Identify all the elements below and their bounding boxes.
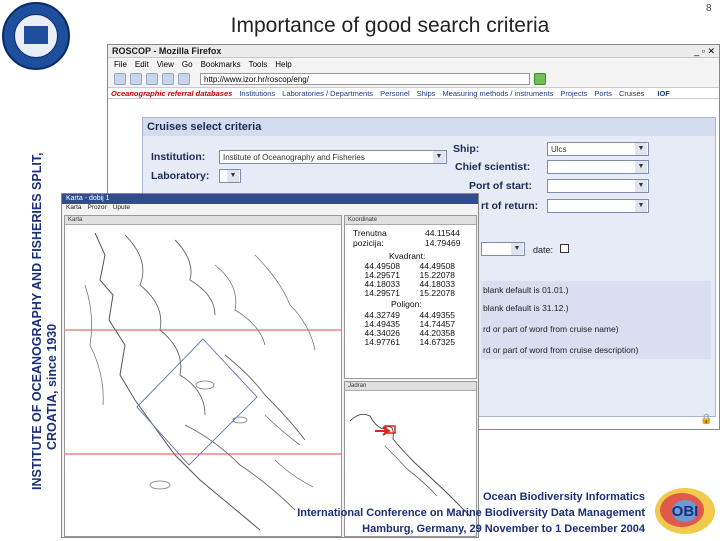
polygon-label: Poligon: bbox=[391, 299, 422, 309]
iof-link[interactable]: IOF bbox=[657, 89, 670, 98]
link-referral-databases[interactable]: Oceanographic referral databases bbox=[111, 89, 232, 98]
current-lat: 44.11544 bbox=[425, 228, 460, 238]
menu-help[interactable]: Help bbox=[275, 60, 291, 69]
quadrant-value: 15.22078 bbox=[419, 288, 455, 298]
go-button[interactable] bbox=[534, 72, 546, 85]
note-end-date: blank default is 31.12.) bbox=[483, 303, 569, 313]
note-cruise-description: rd or part of word from cruise descripti… bbox=[483, 345, 639, 355]
menu-view[interactable]: View bbox=[157, 60, 174, 69]
menu-bookmarks[interactable]: Bookmarks bbox=[201, 60, 241, 69]
obis-logo-text: OBI bbox=[672, 503, 699, 520]
menu-edit[interactable]: Edit bbox=[135, 60, 149, 69]
link-ships[interactable]: Ships bbox=[417, 89, 436, 98]
slide-title: Importance of good search criteria bbox=[230, 14, 550, 37]
form-header: Cruises select criteria bbox=[143, 118, 715, 136]
karta-menu-karta[interactable]: Karta bbox=[66, 204, 82, 214]
forward-button[interactable] bbox=[130, 72, 142, 85]
current-label: Trenutna bbox=[353, 228, 387, 238]
url-bar[interactable]: http://www.izor.hr/roscop/eng/ bbox=[200, 72, 530, 85]
date-checkbox[interactable] bbox=[560, 244, 569, 253]
side-text-line1: INSTITUTE OF OCEANOGRAPHY AND FISHERIES … bbox=[30, 152, 44, 490]
port-start-label: Port of start: bbox=[469, 180, 532, 192]
link-cruises[interactable]: Cruises bbox=[619, 89, 644, 98]
institute-logo bbox=[2, 2, 70, 70]
stop-button[interactable] bbox=[162, 72, 174, 85]
polygon-value: 14.67325 bbox=[419, 337, 455, 347]
note-start-date: blank default is 01.01.) bbox=[483, 285, 569, 295]
page-number: 8 bbox=[706, 3, 712, 14]
year-select[interactable] bbox=[481, 242, 525, 256]
quadrant-label: Kvadrant: bbox=[389, 251, 426, 261]
port-return-select[interactable] bbox=[547, 199, 649, 213]
coordinates-pane: Koordinate Trenutna pozicija: 44.11544 1… bbox=[344, 215, 477, 379]
obis-logo: OBI bbox=[655, 488, 715, 534]
window-title: ROSCOP - Mozilla Firefox bbox=[112, 46, 222, 56]
footer-line1: Ocean Biodiversity Informatics bbox=[483, 491, 645, 503]
ship-select[interactable]: Ulcs bbox=[547, 142, 649, 156]
footer-line2: International Conference on Marine Biodi… bbox=[297, 507, 645, 519]
home-button[interactable] bbox=[178, 72, 190, 85]
side-text-line2: CROATIA, since 1930 bbox=[45, 323, 59, 450]
position-label: pozicija: bbox=[353, 238, 384, 248]
date-label: date: bbox=[533, 245, 554, 255]
coordinates-pane-label: Koordinate bbox=[345, 216, 476, 225]
chief-scientist-select[interactable] bbox=[547, 160, 649, 174]
site-link-bar: Oceanographic referral databases Institu… bbox=[108, 88, 719, 99]
side-institute-text: INSTITUTE OF OCEANOGRAPHY AND FISHERIES … bbox=[30, 152, 60, 490]
menu-bar: File Edit View Go Bookmarks Tools Help bbox=[108, 58, 719, 70]
footer: Ocean Biodiversity Informatics Internati… bbox=[250, 489, 645, 537]
lock-icon: 🔒 bbox=[700, 414, 713, 425]
polygon-value: 14.97761 bbox=[364, 337, 400, 347]
link-projects[interactable]: Projects bbox=[560, 89, 587, 98]
note-cruise-name: rd or part of word from cruise name) bbox=[483, 324, 619, 334]
link-institutions[interactable]: Institutions bbox=[239, 89, 275, 98]
karta-menu-upute[interactable]: Upute bbox=[113, 204, 130, 214]
slide: INSTITUTE OF OCEANOGRAPHY AND FISHERIES … bbox=[0, 0, 720, 540]
logo-building-icon bbox=[24, 26, 48, 44]
polygon-row: 14.97761 14.67325 bbox=[345, 338, 455, 347]
firefox-titlebar: ROSCOP - Mozilla Firefox _ ▫ ✕ bbox=[108, 45, 719, 58]
chief-scientist-label: Chief scientist: bbox=[455, 161, 531, 173]
reload-button[interactable] bbox=[146, 72, 158, 85]
menu-go[interactable]: Go bbox=[182, 60, 193, 69]
overview-pane-label: Jadran bbox=[345, 382, 476, 391]
ship-label: Ship: bbox=[453, 143, 480, 155]
menu-tools[interactable]: Tools bbox=[249, 60, 268, 69]
karta-menu-bar: Karta Prozor Upute bbox=[62, 204, 478, 214]
back-button[interactable] bbox=[114, 72, 126, 85]
link-laboratories[interactable]: Laboratories / Departments bbox=[282, 89, 373, 98]
window-controls-icon[interactable]: _ ▫ ✕ bbox=[694, 46, 715, 57]
navigation-toolbar: http://www.izor.hr/roscop/eng/ bbox=[108, 70, 719, 88]
link-methods[interactable]: Measuring methods / instruments bbox=[442, 89, 553, 98]
menu-file[interactable]: File bbox=[114, 60, 127, 69]
karta-menu-prozor[interactable]: Prozor bbox=[88, 204, 107, 214]
port-start-select[interactable] bbox=[547, 179, 649, 193]
current-lon: 14.79469 bbox=[425, 238, 461, 248]
laboratory-label: Laboratory: bbox=[151, 170, 210, 182]
footer-line3: Hamburg, Germany, 29 November to 1 Decem… bbox=[362, 523, 645, 535]
institution-label: Institution: bbox=[151, 151, 206, 163]
map-pane-label: Karta bbox=[65, 216, 341, 225]
quadrant-value: 14.29571 bbox=[364, 288, 400, 298]
laboratory-select[interactable] bbox=[219, 169, 241, 183]
institution-select[interactable]: Institute of Oceanography and Fisheries bbox=[219, 150, 447, 164]
quadrant-row: 14.29571 15.22078 bbox=[345, 289, 455, 298]
link-ports[interactable]: Ports bbox=[594, 89, 612, 98]
karta-window: Karta - dobij 1 Karta Prozor Upute Karta bbox=[61, 193, 479, 538]
link-personel[interactable]: Personel bbox=[380, 89, 410, 98]
port-return-label: rt of return: bbox=[481, 200, 539, 212]
karta-titlebar: Karta - dobij 1 bbox=[62, 194, 478, 204]
